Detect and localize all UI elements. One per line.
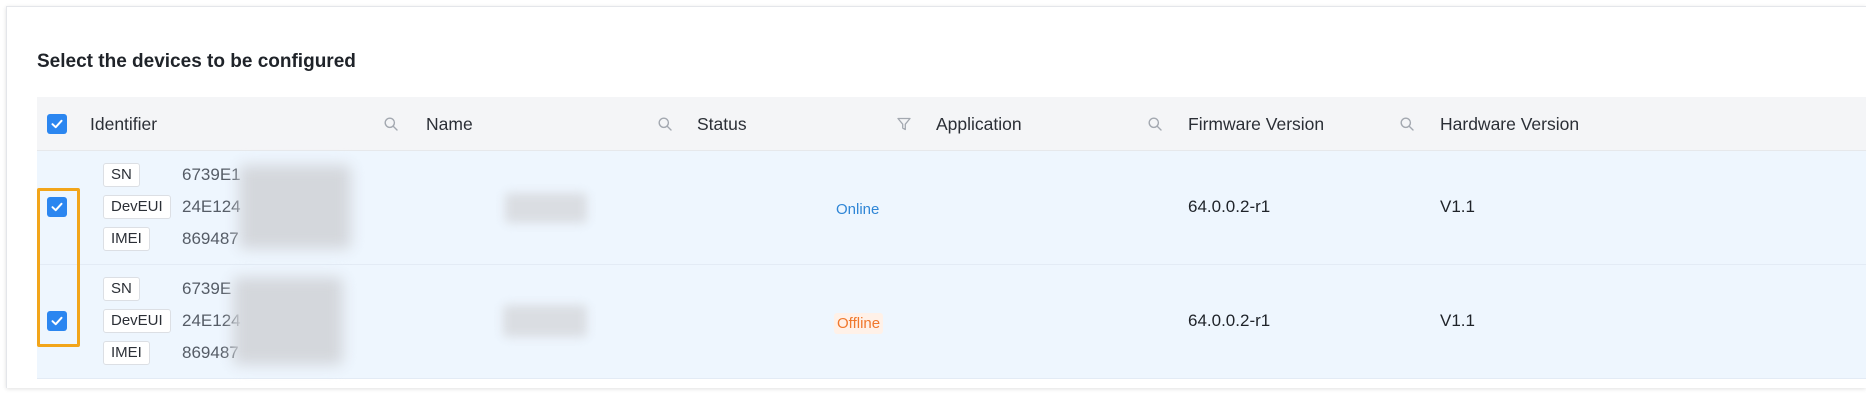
redacted-identifier <box>239 165 351 249</box>
imei-value: 869487 <box>182 229 239 248</box>
column-header-hardware-version: Hardware Version <box>1440 114 1580 134</box>
deveui-value: 24E124 <box>182 197 241 216</box>
hardware-cell: V1.1 <box>1440 311 1475 330</box>
status-badge: Offline <box>834 313 884 334</box>
deveui-tag: DevEUI <box>103 195 171 219</box>
panel-title: Select the devices to be configured <box>37 51 356 72</box>
checkbox-highlight-box <box>37 188 80 347</box>
hardware-cell: V1.1 <box>1440 197 1475 216</box>
firmware-cell: 64.0.0.2-r1 <box>1188 311 1271 330</box>
search-icon[interactable] <box>1147 116 1163 132</box>
column-header-name: Name <box>426 114 473 134</box>
filter-icon[interactable] <box>896 116 912 132</box>
table-row[interactable]: SN 6739E1 DevEUI 24E124 IMEI 869487 Onli… <box>37 151 1866 265</box>
column-header-firmware-version: Firmware Version <box>1188 114 1325 134</box>
redacted-name <box>503 305 587 337</box>
sn-value: 6739E <box>182 279 232 298</box>
table-header: Identifier Name Status Application Firmw… <box>37 97 1866 151</box>
search-icon[interactable] <box>657 116 673 132</box>
sn-value: 6739E1 <box>182 165 241 184</box>
search-icon[interactable] <box>1399 116 1415 132</box>
imei-tag: IMEI <box>103 341 150 365</box>
select-all-checkbox[interactable] <box>47 114 67 134</box>
device-config-panel: Select the devices to be configured Iden… <box>6 6 1866 388</box>
column-header-application: Application <box>936 114 1022 134</box>
status-badge: Online <box>836 201 880 218</box>
redacted-name <box>505 193 587 223</box>
firmware-cell: 64.0.0.2-r1 <box>1188 197 1271 216</box>
imei-tag: IMEI <box>103 227 150 251</box>
sn-tag: SN <box>103 163 140 187</box>
column-header-identifier: Identifier <box>90 114 158 134</box>
sn-tag: SN <box>103 277 140 301</box>
deveui-value: 24E124 <box>182 311 241 330</box>
check-icon <box>51 119 63 129</box>
table-row[interactable]: SN 6739E DevEUI 24E124 IMEI 869487 Offli… <box>37 265 1866 379</box>
redacted-identifier <box>233 277 343 365</box>
deveui-tag: DevEUI <box>103 309 171 333</box>
column-header-status: Status <box>697 114 747 134</box>
devices-table: Identifier Name Status Application Firmw… <box>37 97 1866 379</box>
search-icon[interactable] <box>383 116 399 132</box>
imei-value: 869487 <box>182 343 239 362</box>
